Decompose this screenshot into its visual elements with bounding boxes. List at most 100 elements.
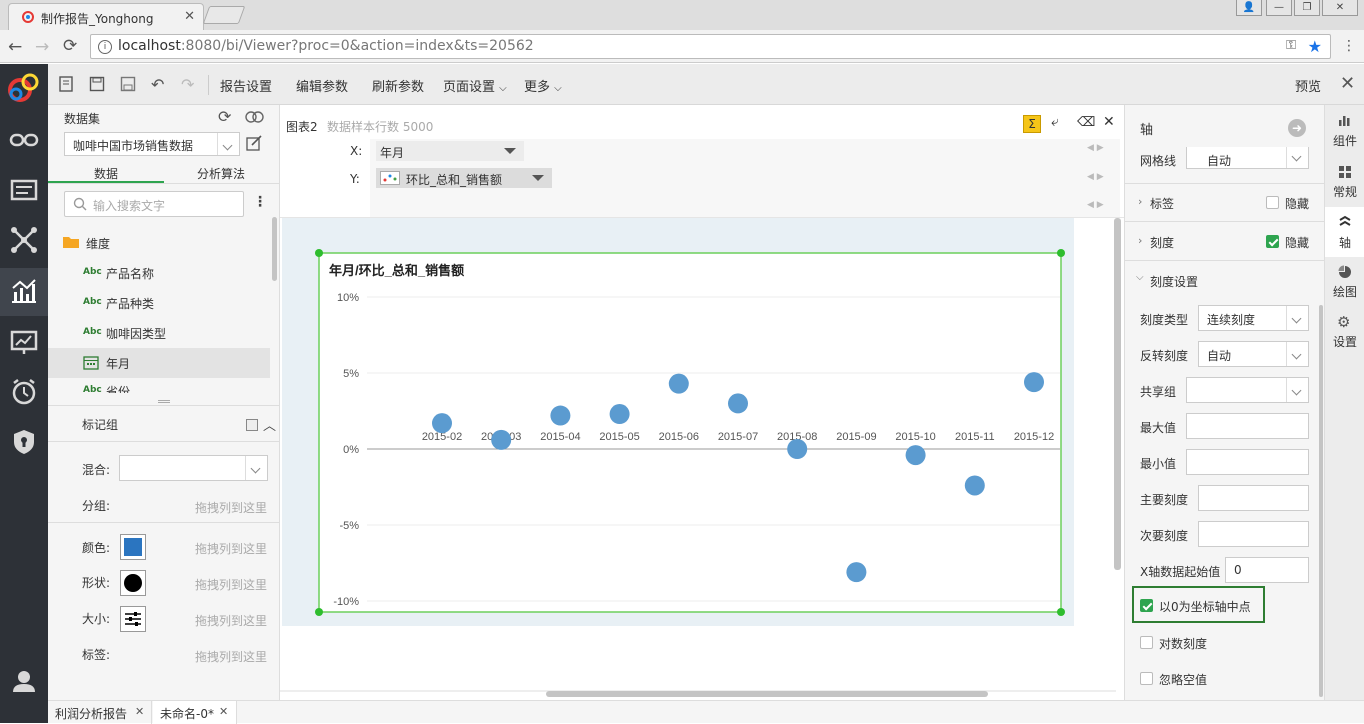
nav-report-icon[interactable]	[0, 268, 48, 316]
swap-axes-icon[interactable]: ⤶	[1051, 114, 1059, 130]
nav-model-icon[interactable]	[0, 216, 48, 264]
x-field-pill[interactable]: 年月	[376, 141, 524, 161]
data-point[interactable]	[668, 373, 689, 394]
tag-drop-zone[interactable]: 拖拽列到这里	[195, 648, 267, 665]
new-report-icon[interactable]	[58, 76, 74, 92]
major-tick-input[interactable]	[1198, 485, 1309, 511]
data-point[interactable]	[550, 405, 571, 426]
tree-item[interactable]: 产品种类	[106, 295, 154, 312]
field-search-input[interactable]: 输入搜索文字	[64, 191, 244, 217]
data-point[interactable]	[964, 475, 985, 496]
tab-algorithm[interactable]: 分析算法	[197, 165, 245, 182]
browser-tab[interactable]: 制作报告_Yonghong ✕	[8, 3, 204, 30]
close-tab-icon[interactable]: ✕	[184, 9, 195, 24]
tree-item[interactable]: 省份	[106, 383, 130, 393]
data-point[interactable]	[728, 393, 748, 414]
nav-user-icon[interactable]	[0, 658, 48, 706]
panel-scrollbar[interactable]	[1319, 305, 1323, 697]
nav-schedule-icon[interactable]	[0, 368, 48, 416]
canvas-hscrollbar[interactable]	[546, 691, 988, 697]
report-tab-profit[interactable]: 利润分析报告 ✕	[48, 701, 152, 724]
color-swatch[interactable]	[120, 534, 146, 560]
forward-arrow-icon[interactable]: →	[35, 37, 49, 57]
scatter-chart[interactable]: 10%5%0%-5%-10% 2015-022015-032015-042015…	[282, 218, 1074, 626]
save-as-icon[interactable]	[120, 76, 136, 92]
dataset-select[interactable]: 咖啡中国市场销售数据	[64, 132, 240, 156]
refresh-params-button[interactable]: 刷新参数	[372, 76, 424, 95]
zero-center-checkbox[interactable]	[1140, 599, 1153, 612]
gridline-select[interactable]: 自动	[1186, 147, 1309, 169]
data-point[interactable]	[609, 404, 630, 425]
save-icon[interactable]	[89, 76, 105, 92]
y-scroll-arrows[interactable]: ◀ ▶	[1087, 172, 1104, 182]
eraser-icon[interactable]: ⌫	[1077, 115, 1095, 130]
max-input[interactable]	[1186, 413, 1309, 439]
refresh-icon[interactable]: ⟳	[218, 107, 231, 126]
y-field-pill[interactable]: 环比_总和_销售额	[376, 168, 552, 188]
group-drop-zone[interactable]: 拖拽列到这里	[195, 499, 267, 516]
data-point[interactable]	[432, 413, 452, 434]
nav-dashboard-icon[interactable]	[0, 318, 48, 366]
page-settings-button[interactable]: 页面设置 ⌵	[443, 76, 507, 95]
tree-item[interactable]: 产品名称	[106, 265, 154, 282]
reverse-select[interactable]: 自动	[1198, 341, 1309, 367]
tree-item[interactable]: 咖啡因类型	[106, 325, 166, 342]
label-section[interactable]: 标签	[1150, 195, 1174, 212]
tick-hide-checkbox[interactable]	[1266, 235, 1279, 248]
data-point[interactable]	[846, 562, 867, 583]
close-tab-icon[interactable]: ✕	[219, 705, 228, 718]
data-point[interactable]	[905, 445, 926, 466]
side-tab-axis[interactable]: 轴	[1325, 207, 1364, 257]
preview-button[interactable]: 预览	[1295, 76, 1321, 95]
min-input[interactable]	[1186, 449, 1309, 475]
key-icon[interactable]: ⚿	[1286, 38, 1296, 53]
tick-section[interactable]: 刻度	[1150, 234, 1174, 251]
user-icon[interactable]: 👤	[1236, 0, 1262, 16]
data-point[interactable]	[1024, 372, 1044, 393]
new-tab-button[interactable]	[202, 6, 246, 24]
sum-icon[interactable]: Σ	[1023, 115, 1041, 133]
shape-drop-zone[interactable]: 拖拽列到这里	[195, 576, 267, 593]
close-window-icon[interactable]: ✕	[1322, 0, 1358, 16]
shape-circle-icon[interactable]	[120, 570, 146, 596]
log-scale-checkbox[interactable]	[1140, 636, 1153, 649]
side-tab-components[interactable]: 组件	[1325, 105, 1364, 155]
side-tab-drawing[interactable]: 绘图	[1325, 259, 1364, 309]
edit-dataset-icon[interactable]	[246, 135, 262, 151]
redo-icon[interactable]: ↷	[181, 75, 194, 94]
collapse-arrow-icon[interactable]: ➜	[1288, 119, 1306, 137]
more-button[interactable]: 更多 ⌵	[524, 76, 562, 95]
x-scroll-arrows[interactable]: ◀ ▶	[1087, 143, 1104, 153]
nav-dataset-icon[interactable]	[0, 166, 48, 214]
chevron-up-icon[interactable]: ︿	[263, 415, 276, 434]
nav-connection-icon[interactable]	[0, 116, 48, 164]
size-drop-zone[interactable]: 拖拽列到这里	[195, 612, 267, 629]
report-tab-untitled[interactable]: 未命名-0* ✕	[153, 701, 237, 724]
data-point[interactable]	[787, 439, 808, 459]
canvas-vscrollbar[interactable]	[1114, 218, 1121, 570]
share-group-select[interactable]	[1186, 377, 1309, 403]
tick-type-select[interactable]: 连续刻度	[1198, 305, 1309, 331]
label-hide-checkbox[interactable]	[1266, 196, 1279, 209]
marks-settings-icon[interactable]	[246, 419, 258, 431]
nav-security-icon[interactable]	[0, 418, 48, 466]
list-menu-icon[interactable]: ⋮	[253, 194, 267, 210]
restore-icon[interactable]: ❐	[1294, 0, 1320, 16]
dataset-link-icon[interactable]	[245, 110, 265, 124]
undo-icon[interactable]: ↶	[151, 75, 164, 94]
tree-scrollbar[interactable]	[272, 217, 277, 281]
minor-tick-input[interactable]	[1198, 521, 1309, 547]
mix-select[interactable]	[119, 455, 268, 481]
tab-data[interactable]: 数据	[94, 165, 118, 182]
report-settings-button[interactable]: 报告设置	[220, 76, 272, 95]
splitter-handle[interactable]	[158, 400, 170, 403]
tick-settings-section[interactable]: 刻度设置	[1150, 273, 1198, 290]
color-drop-zone[interactable]: 拖拽列到这里	[195, 540, 267, 557]
ignore-null-checkbox[interactable]	[1140, 672, 1153, 685]
browser-menu-icon[interactable]: ⋮	[1342, 38, 1356, 54]
chevron-right-icon[interactable]: ›	[1138, 195, 1142, 208]
back-arrow-icon[interactable]: ←	[8, 37, 22, 57]
reload-icon[interactable]: ⟳	[63, 36, 77, 56]
tree-folder-dimension[interactable]: 维度	[86, 235, 110, 252]
close-tab-icon[interactable]: ✕	[135, 705, 144, 718]
